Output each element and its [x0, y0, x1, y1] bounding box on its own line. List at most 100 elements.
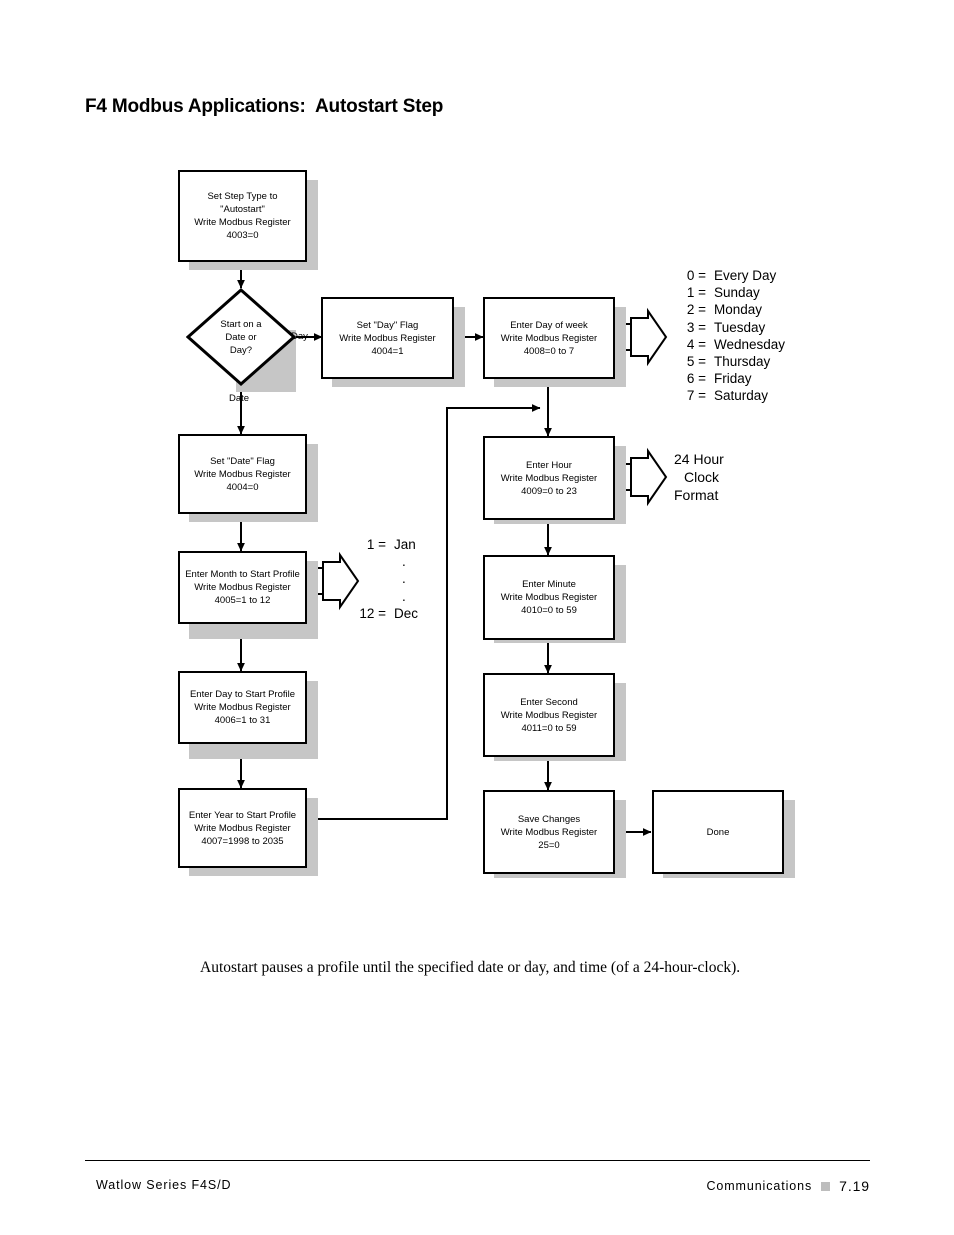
node-enter-day-of-week[interactable]: Enter Day of week Write Modbus Register …	[483, 297, 615, 379]
footer-section-label: Communications	[706, 1179, 813, 1193]
node-line: Enter Second	[520, 696, 578, 708]
legend-day-of-week: 0 = Every Day 1 = Sunday 2 = Monday 3 = …	[672, 267, 785, 405]
node-line: 4006=1 to 31	[214, 715, 271, 726]
legend-line: Clock	[684, 469, 720, 485]
node-line: Set "Date" Flag	[210, 455, 275, 467]
legend-ellipsis-dot: .	[402, 588, 406, 604]
legend-hour-format: 24 Hour Clock Format	[674, 450, 724, 504]
node-line: Write Modbus Register	[194, 582, 291, 593]
node-line: Write Modbus Register	[194, 822, 291, 834]
node-enter-month[interactable]: Enter Month to Start Profile Write Modbu…	[178, 551, 307, 624]
node-line: Write Modbus Register	[500, 472, 598, 484]
legend-row: 1 = Jan	[352, 536, 418, 553]
node-line: Write Modbus Register	[500, 592, 598, 603]
legend-value: Jan	[394, 537, 416, 552]
node-save-changes[interactable]: Save Changes Write Modbus Register 25=0	[483, 790, 615, 874]
legend-key: 0 =	[686, 268, 706, 283]
autostart-flowchart: Set Step Type to "Autostart" Write Modbu…	[0, 0, 954, 960]
node-enter-year[interactable]: Enter Year to Start Profile Write Modbus…	[178, 788, 307, 868]
edge-label-day: Day	[291, 331, 308, 342]
node-line: 4005=1 to 12	[214, 595, 271, 606]
node-line: 4011=0 to 59	[521, 722, 577, 734]
node-line: 4004=0	[226, 481, 259, 493]
node-line: Enter Month to Start Profile	[185, 569, 300, 580]
node-line: 4010=0 to 59	[521, 605, 577, 616]
legend-line: 24 Hour	[674, 451, 724, 467]
legend-key: 12 =	[359, 605, 386, 621]
legend-key: 6 =	[686, 371, 706, 387]
node-done[interactable]: Done	[652, 790, 784, 874]
node-line: Enter Minute	[522, 579, 576, 590]
footer-section-info: Communications 7.19	[706, 1178, 870, 1194]
legend-key: 1 =	[366, 537, 386, 552]
node-line: Done	[706, 826, 730, 838]
node-line: Set "Day" Flag	[356, 319, 419, 331]
square-marker-icon	[821, 1181, 831, 1191]
node-line: Enter Day of week	[510, 319, 588, 331]
node-line: 4007=1998 to 2035	[201, 835, 284, 847]
node-line: Write Modbus Register	[500, 826, 598, 838]
legend-row: 1 = Sunday	[672, 284, 785, 301]
node-decision-date-or-day[interactable]: Start on a Date or Day?	[186, 288, 296, 386]
legend-row: 0 = Every Day	[672, 267, 785, 284]
node-line: Write Modbus Register	[500, 709, 598, 721]
node-enter-day[interactable]: Enter Day to Start Profile Write Modbus …	[178, 671, 307, 744]
node-line: 4004=1	[371, 345, 404, 357]
legend-value: Friday	[714, 371, 752, 387]
node-line: Save Changes	[517, 813, 581, 825]
legend-key: 2 =	[686, 302, 706, 318]
legend-row: 3 = Tuesday	[672, 319, 785, 336]
node-line: "Autostart"	[220, 204, 265, 215]
legend-ellipsis-dot: .	[402, 571, 406, 587]
legend-row: 7 = Saturday	[672, 387, 785, 404]
node-line: Enter Hour	[526, 459, 572, 471]
legend-key: 3 =	[686, 319, 706, 335]
node-enter-minute[interactable]: Enter Minute Write Modbus Register 4010=…	[483, 555, 615, 640]
node-line: Start on a	[220, 318, 262, 330]
node-set-day-flag[interactable]: Set "Day" Flag Write Modbus Register 400…	[321, 297, 454, 379]
legend-key: 4 =	[686, 336, 706, 352]
node-line: Write Modbus Register	[500, 332, 598, 344]
node-line: Enter Day to Start Profile	[189, 689, 296, 700]
node-line: Write Modbus Register	[339, 332, 436, 344]
flowchart-connectors	[237, 262, 668, 836]
day-of-week-chevron-arrow	[630, 307, 668, 367]
legend-row: 6 = Friday	[672, 370, 785, 387]
legend-month: 1 = Jan . . . 12 = Dec	[352, 536, 418, 622]
legend-value: Sunday	[714, 285, 760, 301]
node-line: 25=0	[538, 839, 560, 851]
hour-format-chevron-arrow	[630, 447, 668, 507]
node-enter-hour[interactable]: Enter Hour Write Modbus Register 4009=0 …	[483, 436, 615, 520]
legend-key: 1 =	[686, 285, 706, 301]
node-line: 4003=0	[226, 230, 259, 241]
legend-line: Format	[674, 487, 719, 503]
legend-value: Every Day	[714, 268, 777, 283]
legend-row: 5 = Thursday	[672, 353, 785, 370]
node-line: Date or	[225, 331, 257, 343]
legend-row: 2 = Monday	[672, 301, 785, 318]
legend-row: 12 = Dec	[352, 605, 418, 622]
legend-value: Monday	[714, 302, 763, 318]
legend-ellipsis-dot: .	[402, 554, 406, 570]
legend-key: 5 =	[686, 354, 706, 370]
legend-row: 4 = Wednesday	[672, 336, 785, 353]
node-line: Enter Year to Start Profile	[188, 809, 297, 821]
legend-key: 7 =	[686, 388, 706, 404]
node-line: 4009=0 to 23	[521, 485, 577, 497]
legend-value: Saturday	[714, 388, 769, 404]
figure-caption: Autostart pauses a profile until the spe…	[200, 959, 741, 976]
legend-value: Dec	[394, 605, 419, 621]
node-line: 4008=0 to 7	[523, 345, 575, 357]
legend-value: Wednesday	[714, 336, 786, 352]
node-line: Write Modbus Register	[194, 702, 291, 713]
node-enter-second[interactable]: Enter Second Write Modbus Register 4011=…	[483, 673, 615, 757]
footer-product-name: Watlow Series F4S/D	[96, 1178, 232, 1192]
node-set-step-type[interactable]: Set Step Type to "Autostart" Write Modbu…	[178, 170, 307, 262]
node-set-date-flag[interactable]: Set "Date" Flag Write Modbus Register 40…	[178, 434, 307, 514]
legend-value: Thursday	[714, 354, 771, 370]
node-line: Write Modbus Register	[194, 468, 291, 480]
node-line: Write Modbus Register	[194, 217, 291, 228]
node-line: Set Step Type to	[207, 191, 278, 202]
edge-label-date: Date	[229, 393, 250, 404]
footer-page-number: 7.19	[839, 1178, 870, 1194]
